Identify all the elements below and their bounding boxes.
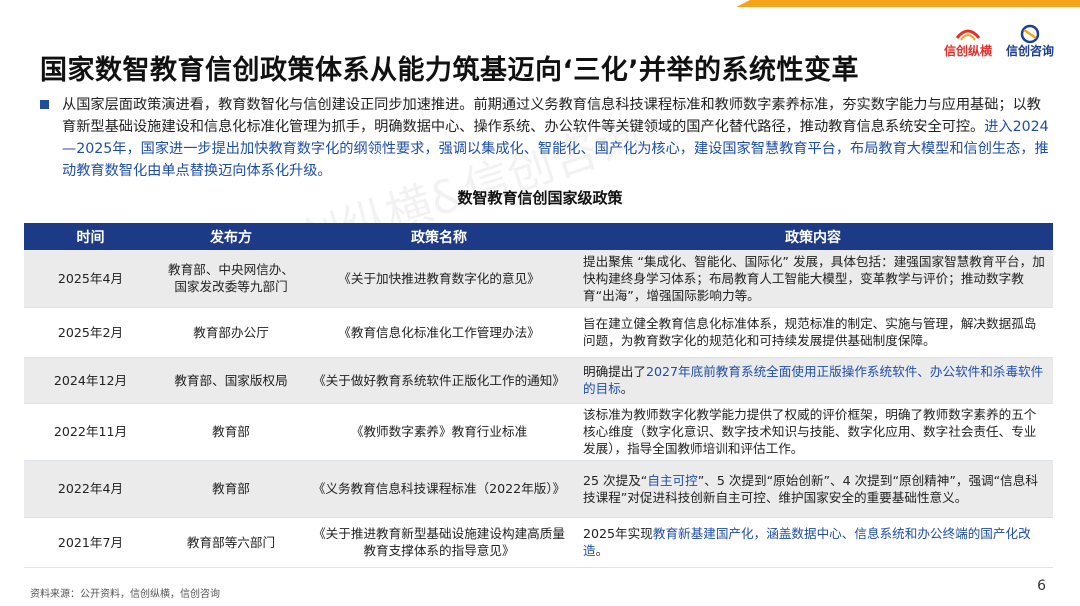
content-text: 提出聚焦 “集成化、智能化、国际化” 发展，具体包括：建强国家智慧教育平台，加快… [583, 253, 1045, 303]
logo-group: 信创纵横 信创咨询 [944, 22, 1054, 58]
content-highlight: 自主可控 [647, 472, 698, 488]
xinchuang-consulting-logo-icon [1020, 24, 1040, 44]
logo-xinchuang-consulting-text: 信创咨询 [1005, 44, 1054, 58]
table-title: 数智教育信创国家级政策 [457, 189, 623, 207]
table-row: 2022年4月 教育部 《义务教育信息科技课程标准（2022年版）》 25 次提… [24, 460, 1053, 518]
cell-issuer: 教育部、中央网信办、国家发改委等九部门 [157, 250, 305, 308]
header-issuer: 发布方 [157, 223, 305, 250]
header-policy-name: 政策名称 [305, 223, 573, 250]
intro-text: 从国家层面政策演进看，教育数智化与信创建设正同步加速推进。前期通过义务教育信息科… [62, 94, 1052, 182]
content-text-tail: 。 [595, 543, 609, 558]
cell-issuer: 教育部 [157, 460, 305, 518]
cell-policy-name: 《关于推进教育新型基础设施建设构建高质量教育支撑体系的指导意见》 [305, 517, 573, 568]
content-text: 25 次提及“ [583, 472, 648, 488]
cell-policy-content: 旨在建立健全教育信息化标准体系，规范标准的制定、实施与管理，解决数据孤岛问题，为… [573, 307, 1053, 358]
content-text: 该标准为教师数字化教学能力提供了权威的评价框架，明确了教师数字素养的五个核心维度… [583, 407, 1037, 456]
cell-time: 2021年7月 [24, 517, 157, 568]
intro-plain-text: 从国家层面政策演进看，教育数智化与信创建设正同步加速推进。前期通过义务教育信息科… [62, 97, 1041, 135]
cell-time: 2025年2月 [24, 307, 157, 358]
content-text-tail: 。 [620, 381, 634, 396]
intro-paragraph: 从国家层面政策演进看，教育数智化与信创建设正同步加速推进。前期通过义务教育信息科… [40, 94, 1052, 182]
cell-issuer: 教育部 [157, 403, 305, 461]
source-note: 资料来源：公开资料，信创纵横，信创咨询 [30, 589, 220, 600]
logo-xinchuang-zongheng-text: 信创纵横 [943, 44, 992, 58]
cell-time: 2022年11月 [24, 403, 157, 461]
cell-policy-content: 提出聚焦 “集成化、智能化、国际化” 发展，具体包括：建强国家智慧教育平台，加快… [573, 250, 1053, 308]
cell-policy-name: 《关于加快推进教育数字化的意见》 [305, 250, 573, 308]
slide-title: 国家数智教育信创政策体系从能力筑基迈向‘三化’并举的系统性变革 [40, 55, 860, 86]
table-row: 2025年4月 教育部、中央网信办、国家发改委等九部门 《关于加快推进教育数字化… [24, 250, 1053, 308]
cell-policy-content: 明确提出了2027年底前教育系统全面使用正版操作系统软件、办公软件和杀毒软件的目… [573, 357, 1053, 404]
page-number: 6 [1037, 578, 1046, 594]
cell-policy-name: 《教师数字素养》教育行业标准 [305, 403, 573, 461]
cell-policy-name: 《关于做好教育系统软件正版化工作的通知》 [305, 357, 573, 404]
header-policy-content: 政策内容 [573, 223, 1053, 250]
top-accent-bar [736, 0, 1080, 7]
table-row: 2024年12月 教育部、国家版权局 《关于做好教育系统软件正版化工作的通知》 … [24, 357, 1053, 404]
table-row: 2021年7月 教育部等六部门 《关于推进教育新型基础设施建设构建高质量教育支撑… [24, 517, 1053, 568]
table-row: 2022年11月 教育部 《教师数字素养》教育行业标准 该标准为教师数字化教学能… [24, 403, 1053, 461]
cell-policy-content: 2025年实现教育新基建国产化，涵盖数据中心、信息系统和办公终端的国产化改造。 [573, 517, 1053, 568]
table-header-row: 时间 发布方 政策名称 政策内容 [24, 223, 1053, 250]
logo-xinchuang-zongheng: 信创纵横 [944, 22, 992, 58]
content-highlight: 2027年底前教育系统全面使用正版操作系统软件、办公软件和杀毒软件的目标 [583, 364, 1044, 396]
bullet-square-icon [40, 100, 49, 109]
logo-xinchuang-consulting: 信创咨询 [1006, 22, 1054, 58]
content-text: 2025年实现 [583, 526, 653, 541]
cell-policy-name: 《教育信息化标准化工作管理办法》 [305, 307, 573, 358]
cell-time: 2025年4月 [24, 250, 157, 308]
cell-policy-content: 25 次提及“自主可控”、5 次提到“原始创新”、4 次提到“原创精神”，强调“… [573, 460, 1053, 518]
cell-issuer: 教育部等六部门 [157, 517, 305, 568]
cell-policy-content: 该标准为教师数字化教学能力提供了权威的评价框架，明确了教师数字素养的五个核心维度… [573, 403, 1053, 461]
content-text: 旨在建立健全教育信息化标准体系，规范标准的制定、实施与管理，解决数据孤岛问题，为… [583, 316, 1037, 348]
cell-time: 2022年4月 [24, 460, 157, 518]
content-text: 明确提出了 [583, 364, 646, 379]
cell-issuer: 教育部、国家版权局 [157, 357, 305, 404]
xinchuang-zongheng-logo-icon [955, 29, 981, 41]
cell-policy-name: 《义务教育信息科技课程标准（2022年版）》 [305, 460, 573, 518]
cell-issuer: 教育部办公厅 [157, 307, 305, 358]
header-time: 时间 [24, 223, 157, 250]
table-row: 2025年2月 教育部办公厅 《教育信息化标准化工作管理办法》 旨在建立健全教育… [24, 307, 1053, 358]
policy-table: 时间 发布方 政策名称 政策内容 2025年4月 教育部、中央网信办、国家发改委… [24, 223, 1053, 568]
cell-time: 2024年12月 [24, 357, 157, 404]
